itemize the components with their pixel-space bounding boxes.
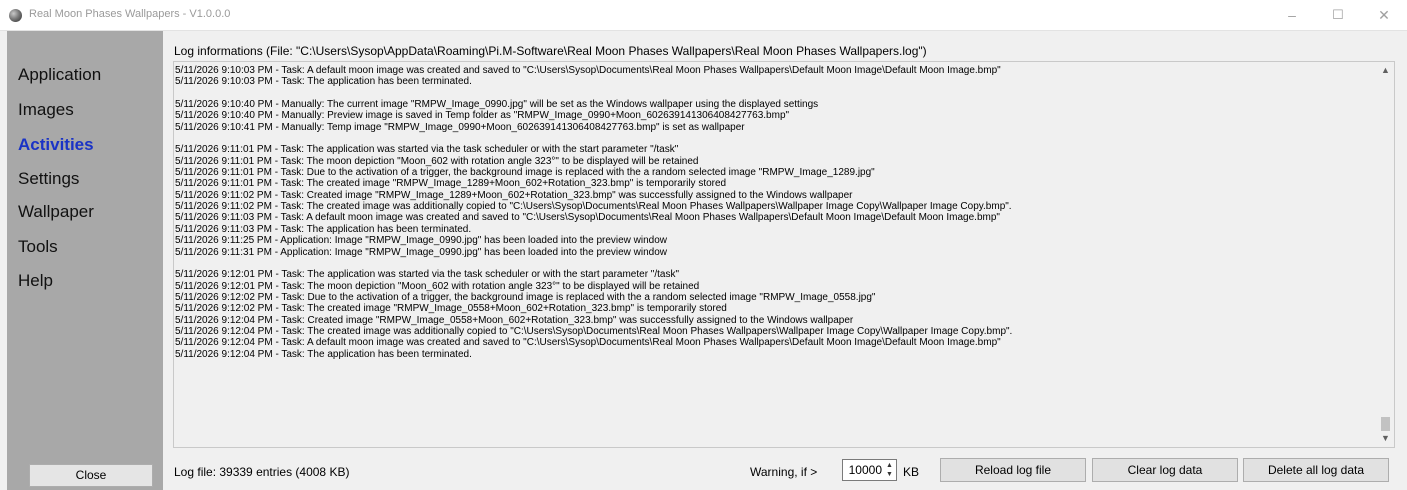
title-bar: Real Moon Phases Wallpapers - V1.0.0.0 –… (0, 0, 1407, 31)
moon-icon (9, 9, 22, 22)
log-line: 5/11/2026 9:11:01 PM - Task: Due to the … (175, 167, 875, 179)
reload-log-button[interactable]: Reload log file (940, 458, 1086, 482)
log-line: 5/11/2026 9:10:41 PM - Manually: Temp im… (175, 121, 745, 133)
close-button[interactable]: Close (29, 464, 153, 487)
log-line: 5/11/2026 9:10:03 PM - Task: The applica… (175, 76, 472, 88)
sidebar-item-images[interactable]: Images (18, 100, 74, 120)
kb-unit-label: KB (903, 465, 920, 479)
log-line: 5/11/2026 9:11:03 PM - Task: The applica… (175, 223, 472, 235)
log-line: 5/11/2026 9:12:01 PM - Task: The applica… (175, 269, 680, 281)
log-lines: 5/11/2026 9:10:03 PM - Task: A default m… (174, 65, 1375, 360)
log-line: 5/11/2026 9:11:31 PM - Application: Imag… (175, 246, 668, 258)
log-line: 5/11/2026 9:11:01 PM - Task: The created… (175, 178, 727, 190)
log-scrollbar[interactable]: ▲ ▼ (1377, 62, 1394, 447)
scroll-down-icon[interactable]: ▼ (1377, 430, 1394, 447)
log-line: 5/11/2026 9:10:03 PM - Task: A default m… (175, 65, 1001, 76)
log-line: 5/11/2026 9:12:02 PM - Task: The created… (175, 303, 727, 315)
warning-label: Warning, if > (750, 465, 818, 479)
log-line: 5/11/2026 9:10:40 PM - Manually: Preview… (175, 110, 790, 122)
sidebar-item-wallpaper[interactable]: Wallpaper (18, 202, 94, 222)
log-line: 5/11/2026 9:11:02 PM - Task: Created ima… (175, 189, 853, 201)
log-file-status: Log file: 39339 entries (4008 KB) (174, 465, 350, 479)
log-line: 5/11/2026 9:11:01 PM - Task: The applica… (175, 144, 679, 156)
scroll-up-icon[interactable]: ▲ (1377, 62, 1394, 79)
log-line: 5/11/2026 9:12:04 PM - Task: The applica… (175, 348, 472, 360)
minimize-button[interactable]: – (1269, 0, 1315, 30)
warning-size-value[interactable]: 10000 (849, 463, 882, 477)
sidebar-item-activities[interactable]: Activities (18, 135, 94, 155)
sidebar-item-help[interactable]: Help (18, 271, 53, 291)
log-line: 5/11/2026 9:12:01 PM - Task: The moon de… (175, 280, 700, 292)
log-line: 5/11/2026 9:12:02 PM - Task: Due to the … (175, 291, 876, 303)
window-title: Real Moon Phases Wallpapers - V1.0.0.0 (29, 8, 231, 20)
sidebar-item-settings[interactable]: Settings (18, 169, 79, 189)
maximize-button[interactable]: ☐ (1315, 0, 1361, 30)
log-line: 5/11/2026 9:12:04 PM - Task: The created… (175, 325, 1013, 337)
log-line: 5/11/2026 9:10:40 PM - Manually: The cur… (175, 99, 819, 111)
stepper-arrows-icon[interactable]: ▲ ▼ (884, 461, 895, 479)
log-line: 5/11/2026 9:11:03 PM - Task: A default m… (175, 212, 1000, 224)
log-line: 5/11/2026 9:12:04 PM - Task: Created ima… (175, 314, 854, 326)
log-line: 5/11/2026 9:12:04 PM - Task: A default m… (175, 337, 1001, 349)
log-header: Log informations (File: "C:\Users\Sysop\… (174, 44, 927, 58)
log-line: 5/11/2026 9:11:02 PM - Task: The created… (175, 201, 1012, 213)
clear-log-button[interactable]: Clear log data (1092, 458, 1238, 482)
log-textbox[interactable]: 5/11/2026 9:10:03 PM - Task: A default m… (173, 61, 1395, 448)
sidebar-item-tools[interactable]: Tools (18, 237, 58, 257)
log-line: 5/11/2026 9:11:01 PM - Task: The moon de… (175, 155, 699, 167)
sidebar-item-application[interactable]: Application (18, 65, 101, 85)
close-window-button[interactable]: ✕ (1361, 0, 1407, 30)
sidebar: Application Images Activities Settings W… (7, 31, 163, 490)
scroll-thumb[interactable] (1381, 417, 1390, 431)
warning-size-stepper[interactable]: 10000 ▲ ▼ (842, 459, 897, 481)
log-line: 5/11/2026 9:11:25 PM - Application: Imag… (175, 235, 668, 247)
delete-all-log-button[interactable]: Delete all log data (1243, 458, 1389, 482)
